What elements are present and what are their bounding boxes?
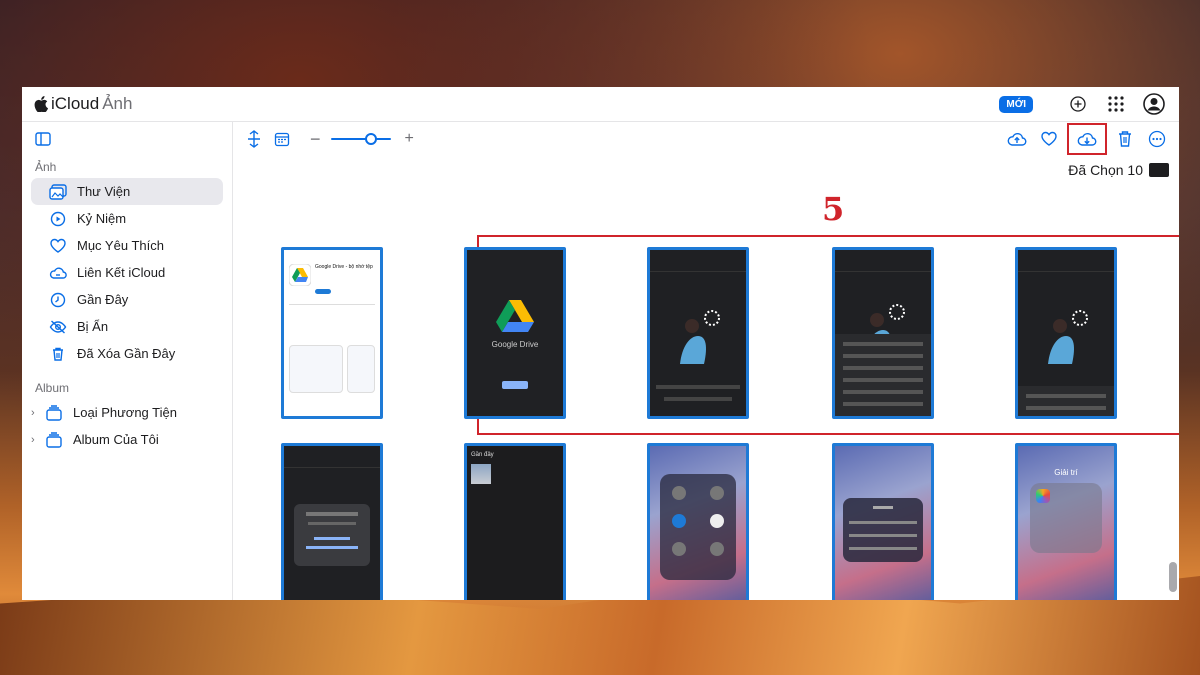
app-store-header: Google Drive - bộ nhớ tệp [289,264,375,286]
sidebar-item-media-types[interactable]: › Loại Phương Tiện [31,399,223,426]
zoom-slider[interactable] [330,132,391,146]
photo-thumbnail[interactable] [832,443,934,600]
picker-header: Gần đây [467,446,563,458]
trash-icon [53,347,63,361]
photo-thumbnail[interactable] [1015,247,1117,419]
add-icon[interactable] [1067,93,1089,115]
chevron-right-icon[interactable]: › [31,407,37,419]
divider [289,304,375,305]
empty-state-illustration [680,310,720,364]
sidebar-item-memories[interactable]: Kỷ Niệm [31,205,223,232]
photos-app-icon [1036,489,1050,503]
top-bar: iCloud Ảnh MỚI [22,87,1179,122]
new-badge[interactable]: MỚI [999,95,1033,113]
clock-icon [50,292,66,307]
upload-icon[interactable] [1005,128,1029,150]
photo-thumbnail[interactable]: Google Drive [464,247,566,419]
splash-button [502,381,528,389]
photos-library-icon [49,183,67,200]
picker-photo [471,464,491,484]
chevron-right-icon[interactable]: › [31,434,37,446]
sidebar-item-label: Loại Phương Tiện [73,405,177,420]
sidebar-item-favorites[interactable]: Mục Yêu Thích [31,232,223,259]
download-icon[interactable] [1067,123,1107,155]
vertical-scrollbar[interactable] [1169,562,1177,592]
folder-panel [1030,483,1102,553]
get-pill [315,289,331,294]
photo-thumbnail[interactable] [647,247,749,419]
brand-prefix: iCloud [51,94,100,113]
apple-icon [34,96,48,112]
sidebar-item-label: Mục Yêu Thích [77,238,164,253]
preview-strip [289,345,375,393]
photo-thumbnail[interactable] [281,443,383,600]
sidebar-item-library[interactable]: Thư Viện [31,178,223,205]
zoom-in-button[interactable]: + [405,130,414,148]
sidebar-item-label: Bị Ẩn [77,319,109,334]
toolbar-actions [997,123,1169,155]
control-center-panel [660,474,736,580]
drive-splash: Google Drive [467,250,563,389]
sidebar-item-label: Liên Kết iCloud [77,265,166,280]
brand-name: Ảnh [102,94,133,113]
calendar-icon[interactable] [274,128,290,150]
photo-thumbnail[interactable] [832,247,934,419]
empty-state-illustration [1048,310,1088,364]
google-drive-logo-icon [496,300,534,332]
sidebar-item-label: Thư Viện [77,184,131,199]
sidebar-section-albums: Album [35,381,70,395]
zoom-slider-track [330,138,391,140]
sidebar-item-recently-deleted[interactable]: Đã Xóa Gần Đây [31,340,223,367]
zoom-slider-thumb[interactable] [364,133,377,145]
memories-icon [50,211,66,226]
sidebar-item-hidden[interactable]: Bị Ẩn [31,313,223,340]
sidebar-item-my-albums[interactable]: › Album Của Tôi [31,426,223,453]
apps-grid-icon[interactable] [1105,93,1127,115]
sidebar-toggle-icon[interactable] [35,132,53,150]
sidebar-item-icloud-links[interactable]: Liên Kết iCloud [31,259,223,286]
sidebar-item-recent[interactable]: Gần Đây [31,286,223,313]
photo-caption: Google Drive [491,340,539,349]
photo-thumbnail[interactable]: Google Drive - bộ nhớ tệp [281,247,383,419]
account-icon[interactable] [1143,93,1165,115]
stack-icon [46,431,62,448]
favorite-heart-icon[interactable] [1037,128,1061,150]
toolbar: − + [234,122,1179,156]
stack-icon [46,404,62,421]
photo-thumbnail[interactable]: Gần đây [464,443,566,600]
heart-icon [50,238,66,253]
icloud-window: iCloud Ảnh MỚI Ảnh Thư Viện Kỷ Niệm Mục … [22,87,1179,600]
sidebar-item-label: Kỷ Niệm [77,211,127,226]
photo-caption: Giải trí [1054,468,1078,477]
sidebar-section-photos: Ảnh [35,160,57,174]
sidebar: Ảnh Thư Viện Kỷ Niệm Mục Yêu Thích Liên … [22,122,233,600]
selection-status: Đã Chọn 10 [1068,162,1169,178]
annotation-step-5: 5 [822,190,845,228]
main-content: − + Đã Chọn 10 5 Google Drive - bộ nhớ t… [234,122,1179,600]
cloud-link-icon [49,267,67,279]
selected-count-label: Đã Chọn 10 [1068,162,1143,178]
photo-thumbnail[interactable] [647,443,749,600]
permission-dialog [294,504,370,566]
sidebar-item-label: Đã Xóa Gần Đây [77,346,176,361]
photo-caption: Google Drive - bộ nhớ tệp [315,264,373,270]
brand: iCloud Ảnh [34,94,132,114]
photo-caption: Gần đây [471,452,494,458]
hidden-eye-icon [49,319,67,334]
google-drive-icon [289,264,311,286]
airdrop-menu [843,498,923,562]
photo-thumbnail[interactable]: Giải trí [1015,443,1117,600]
resize-vertical-icon[interactable] [246,128,262,150]
more-options-icon[interactable] [1145,128,1169,150]
context-menu-sheet [835,334,931,416]
bottom-sheet [1018,386,1114,416]
delete-trash-icon[interactable] [1113,128,1137,150]
zoom-out-button[interactable]: − [310,129,321,150]
sidebar-item-label: Album Của Tôi [73,432,159,447]
sidebar-item-label: Gần Đây [77,292,129,307]
selection-indicator-icon [1149,163,1169,177]
